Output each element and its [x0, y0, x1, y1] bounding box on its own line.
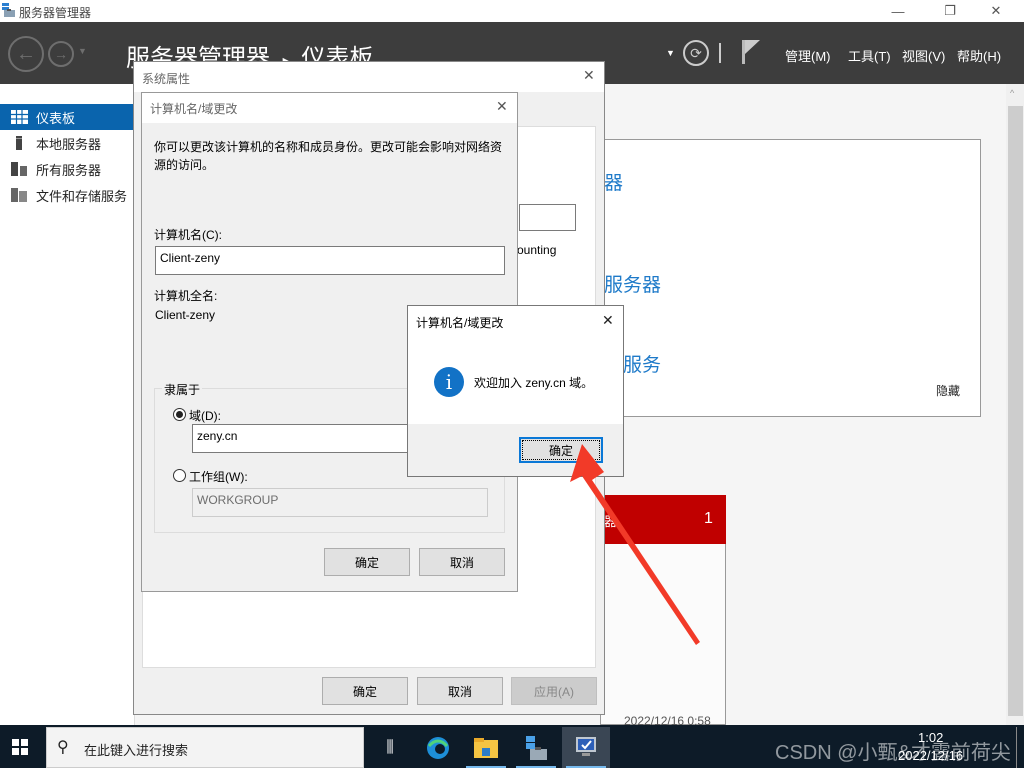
show-desktop-button[interactable]	[1016, 727, 1017, 768]
computer-name-input[interactable]: Client-zeny	[155, 246, 505, 275]
menu-help[interactable]: 帮助(H)	[957, 46, 1001, 65]
menu-manage[interactable]: 管理(M)	[785, 46, 831, 65]
close-button[interactable]: ✕	[978, 0, 1014, 22]
message-box-title: 计算机名/域更改	[416, 316, 504, 330]
server-manager-button[interactable]	[512, 727, 560, 768]
task-view-icon: ⫼	[386, 738, 394, 756]
watermark: CSDN @小甄&才露前荷尖	[775, 742, 1011, 764]
close-icon: ✕	[990, 3, 1002, 18]
restore-button[interactable]: ❐	[932, 0, 968, 22]
flag-icon	[742, 40, 760, 64]
domain-label: 域(D):	[189, 409, 221, 423]
server-manager-icon	[526, 735, 547, 760]
server-manager-app-icon	[2, 3, 15, 17]
system-properties-icon	[576, 736, 596, 756]
description-text: 你可以更改该计算机的名称和成员身份。更改可能会影响对网络资源的访问。	[154, 140, 503, 172]
header-divider	[719, 43, 721, 63]
welcome-panel: 器 服务器 服务 隐藏	[600, 139, 981, 417]
dashboard-icon	[11, 110, 28, 124]
close-icon[interactable]: ✕	[602, 312, 614, 329]
computer-name-label: 计算机名(C):	[154, 228, 222, 242]
file-explorer-icon	[474, 737, 498, 758]
close-icon[interactable]: ✕	[583, 67, 595, 84]
taskbar-search[interactable]: ⚲ 在此键入进行搜索	[46, 727, 364, 768]
member-of-label: 隶属于	[162, 381, 203, 398]
sidebar-item-dashboard[interactable]: 仪表板	[0, 104, 135, 130]
history-dropdown-icon[interactable]: ▼	[78, 46, 87, 56]
refresh-button[interactable]: ⟳	[683, 40, 709, 66]
file-explorer-button[interactable]	[462, 727, 510, 768]
sidebar: 仪表板 本地服务器 所有服务器 文件和存储服务	[0, 84, 135, 725]
sidebar-item-label: 仪表板	[36, 110, 76, 126]
restore-icon: ❐	[944, 3, 956, 18]
dialog-title: 系统属性	[142, 72, 191, 86]
close-icon[interactable]: ✕	[496, 98, 508, 115]
search-placeholder: 在此键入进行搜索	[84, 743, 189, 758]
clock-time[interactable]: 1:02	[918, 730, 943, 745]
annotation-arrow-icon	[570, 444, 700, 645]
edge-button[interactable]	[414, 727, 462, 768]
edge-icon	[427, 736, 449, 759]
storage-icon	[11, 188, 27, 202]
ok-button[interactable]: 确定	[322, 677, 408, 705]
partial-label: ounting	[517, 243, 557, 257]
cancel-button[interactable]: 取消	[419, 548, 505, 576]
sidebar-item-all-servers[interactable]: 所有服务器	[0, 156, 135, 182]
domain-radio[interactable]	[173, 408, 186, 421]
sidebar-item-label: 所有服务器	[36, 162, 102, 178]
cancel-button[interactable]: 取消	[417, 677, 503, 705]
refresh-icon: ⟳	[690, 44, 702, 61]
system-properties-taskbar-button[interactable]	[562, 727, 610, 768]
search-icon: ⚲	[57, 739, 69, 756]
forward-icon: →	[54, 46, 68, 62]
dropdown-arrow-icon[interactable]: ▼	[666, 48, 675, 58]
menu-view[interactable]: 视图(V)	[902, 46, 945, 65]
hide-link[interactable]: 隐藏	[936, 382, 960, 399]
back-icon: ←	[16, 42, 36, 65]
sidebar-item-file-storage[interactable]: 文件和存储服务	[0, 182, 135, 208]
message-text: 欢迎加入 zeny.cn 域。	[474, 376, 594, 390]
windows-icon	[12, 739, 28, 755]
welcome-link-1[interactable]: 器	[604, 168, 623, 195]
full-name-label: 计算机全名:	[154, 289, 218, 303]
welcome-link-2[interactable]: 服务器	[604, 270, 661, 297]
task-view-button[interactable]: ⫼	[366, 727, 414, 768]
description-field[interactable]	[519, 204, 576, 231]
menu-tools[interactable]: 工具(T)	[848, 46, 891, 65]
notifications-button[interactable]	[741, 40, 761, 64]
clock-date[interactable]: 2022/12/16	[898, 748, 963, 763]
apply-button[interactable]: 应用(A)	[511, 677, 597, 705]
welcome-link-3[interactable]: 服务	[623, 350, 661, 377]
back-button[interactable]: ←	[8, 36, 44, 72]
ok-button[interactable]: 确定	[324, 548, 410, 576]
minimize-button[interactable]: —	[880, 0, 916, 22]
scrollbar-thumb[interactable]	[1008, 106, 1023, 716]
window-title: 服务器管理器	[19, 6, 92, 20]
dialog-titlebar: 计算机名/域更改 ✕	[142, 93, 517, 123]
full-name-value: Client-zeny	[155, 308, 216, 322]
window-titlebar: 服务器管理器 — ❐ ✕	[0, 0, 1024, 22]
sidebar-item-label: 本地服务器	[36, 136, 102, 152]
sidebar-item-label: 文件和存储服务	[36, 188, 128, 204]
server-icon	[16, 136, 22, 150]
workgroup-radio[interactable]	[173, 469, 186, 482]
dialog-titlebar: 系统属性 ✕	[134, 62, 604, 92]
start-button[interactable]	[12, 739, 28, 755]
dialog-title: 计算机名/域更改	[150, 102, 238, 116]
workgroup-input[interactable]: WORKGROUP	[192, 488, 488, 517]
workgroup-label: 工作组(W):	[189, 470, 248, 484]
forward-button[interactable]: →	[48, 41, 74, 67]
servers-icon	[11, 162, 27, 176]
sidebar-item-local-server[interactable]: 本地服务器	[0, 130, 135, 156]
scroll-up-icon[interactable]: ^	[1010, 88, 1014, 98]
info-icon: i	[434, 367, 464, 397]
minimize-icon: —	[891, 3, 905, 19]
